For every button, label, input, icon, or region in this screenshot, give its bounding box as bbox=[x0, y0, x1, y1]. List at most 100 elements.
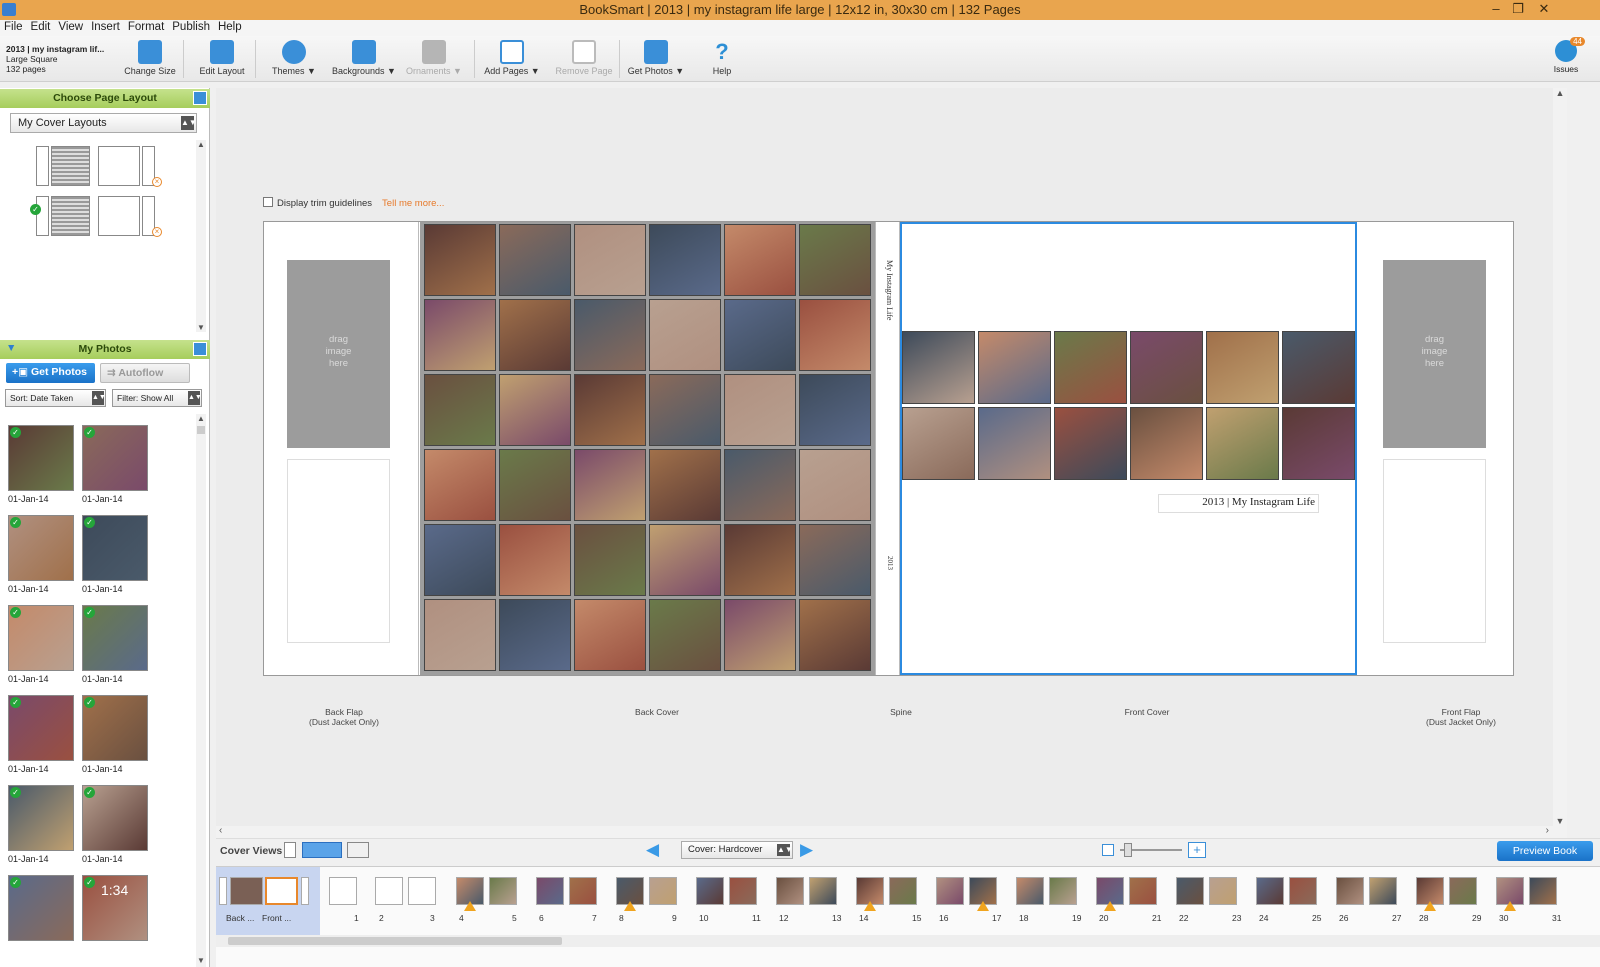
back-cover-photo[interactable] bbox=[574, 374, 646, 446]
filmstrip-scroll-thumb[interactable] bbox=[228, 937, 562, 945]
filmstrip-page-thumb[interactable] bbox=[1256, 877, 1284, 905]
front-cover-photo[interactable] bbox=[978, 331, 1051, 404]
front-flap-text-box[interactable] bbox=[1383, 459, 1486, 643]
page-warning-icon[interactable] bbox=[1504, 901, 1516, 911]
filmstrip-page-thumb[interactable] bbox=[569, 877, 597, 905]
zoom-out-icon[interactable] bbox=[1102, 844, 1114, 856]
back-cover-photo[interactable] bbox=[499, 299, 571, 371]
photo-thumbnail[interactable]: ✓ bbox=[8, 515, 74, 581]
close-button[interactable]: ✕ bbox=[1534, 1, 1554, 17]
front-cover-photo[interactable] bbox=[902, 331, 975, 404]
layout-option[interactable]: × bbox=[36, 144, 164, 188]
front-cover-title[interactable]: 2013 | My Instagram Life bbox=[1158, 494, 1319, 513]
remove-layout-icon[interactable]: × bbox=[152, 227, 162, 237]
front-cover-photo[interactable] bbox=[1206, 407, 1279, 480]
issues-button[interactable]: 44 Issues bbox=[1546, 37, 1586, 74]
back-cover-photo[interactable] bbox=[574, 449, 646, 521]
layout-dropdown[interactable]: My Cover Layouts ▲▼ bbox=[10, 113, 197, 133]
spine-title[interactable]: My Instagram Life bbox=[885, 260, 894, 320]
collapse-icon[interactable]: ▼ bbox=[6, 342, 16, 354]
front-cover-photo[interactable] bbox=[902, 407, 975, 480]
back-cover-photo[interactable] bbox=[799, 599, 871, 671]
remove-layout-icon[interactable]: × bbox=[152, 177, 162, 187]
zoom-slider-handle[interactable] bbox=[1124, 843, 1132, 857]
front-cover-photo[interactable] bbox=[1206, 331, 1279, 404]
autoflow-button[interactable]: ⇉ Autoflow bbox=[100, 363, 190, 383]
back-cover-photo[interactable] bbox=[649, 524, 721, 596]
filmstrip-page-thumb[interactable] bbox=[408, 877, 436, 905]
filmstrip-page-thumb[interactable] bbox=[889, 877, 917, 905]
minimize-button[interactable]: – bbox=[1486, 1, 1506, 16]
filmstrip-page-thumb[interactable] bbox=[936, 877, 964, 905]
back-cover-photo[interactable] bbox=[424, 224, 496, 296]
restore-button[interactable]: ❐ bbox=[1508, 1, 1528, 17]
photo-thumbnail[interactable]: ✓ bbox=[8, 785, 74, 851]
back-cover-photo[interactable] bbox=[424, 299, 496, 371]
back-cover-photo[interactable] bbox=[574, 224, 646, 296]
page-warning-icon[interactable] bbox=[464, 901, 476, 911]
filmstrip-page-thumb[interactable] bbox=[1336, 877, 1364, 905]
menu-help[interactable]: Help bbox=[214, 20, 246, 36]
filmstrip-page-thumb[interactable] bbox=[1049, 877, 1077, 905]
filmstrip-page-thumb[interactable] bbox=[1176, 877, 1204, 905]
back-cover-photo[interactable] bbox=[799, 374, 871, 446]
view-grid-icon[interactable] bbox=[347, 842, 369, 858]
back-cover-photo[interactable] bbox=[799, 449, 871, 521]
previous-arrow-icon[interactable]: ◀ bbox=[646, 841, 659, 859]
filmstrip-page-thumb[interactable] bbox=[536, 877, 564, 905]
photo-thumbnail[interactable]: 1:34 ✓ bbox=[82, 875, 148, 941]
menu-view[interactable]: View bbox=[54, 20, 87, 36]
menu-file[interactable]: File bbox=[0, 20, 27, 36]
back-cover-photo[interactable] bbox=[424, 524, 496, 596]
photo-thumbnail[interactable]: ✓ bbox=[82, 605, 148, 671]
filmstrip-page-thumb[interactable] bbox=[696, 877, 724, 905]
front-cover-photo[interactable] bbox=[1130, 407, 1203, 480]
trim-guidelines-checkbox[interactable] bbox=[263, 197, 273, 207]
filmstrip-page-thumb[interactable] bbox=[1449, 877, 1477, 905]
back-cover-photo[interactable] bbox=[649, 374, 721, 446]
back-cover-photo[interactable] bbox=[499, 224, 571, 296]
view-single-icon[interactable] bbox=[284, 842, 296, 858]
front-flap-drop-zone[interactable]: drag image here bbox=[1383, 260, 1486, 448]
ornaments-button[interactable]: Ornaments ▼ bbox=[399, 40, 469, 76]
filmstrip-page-thumb[interactable] bbox=[776, 877, 804, 905]
filmstrip-page-thumb[interactable] bbox=[1369, 877, 1397, 905]
filmstrip-page-thumb[interactable] bbox=[649, 877, 677, 905]
photo-thumbnail[interactable]: ✓ bbox=[82, 785, 148, 851]
zoom-in-icon[interactable]: + bbox=[1188, 842, 1206, 858]
menu-edit[interactable]: Edit bbox=[27, 20, 55, 36]
back-cover-photo[interactable] bbox=[574, 299, 646, 371]
get-photos-button[interactable]: Get Photos ▼ bbox=[621, 40, 691, 76]
photo-thumbnail[interactable]: ✓ bbox=[82, 425, 148, 491]
back-cover-photo[interactable] bbox=[574, 524, 646, 596]
tell-me-more-link[interactable]: Tell me more... bbox=[382, 198, 444, 209]
page-warning-icon[interactable] bbox=[1424, 901, 1436, 911]
backgrounds-button[interactable]: Backgrounds ▼ bbox=[329, 40, 399, 76]
filmstrip-page-thumb[interactable] bbox=[1209, 877, 1237, 905]
filmstrip-page-thumb[interactable] bbox=[329, 877, 357, 905]
preview-book-button[interactable]: Preview Book bbox=[1497, 841, 1593, 861]
photo-thumbnail[interactable]: ✓ bbox=[8, 695, 74, 761]
back-cover-photo[interactable] bbox=[724, 224, 796, 296]
back-cover-photo[interactable] bbox=[424, 374, 496, 446]
front-cover-photo[interactable] bbox=[1054, 407, 1127, 480]
back-cover-photo[interactable] bbox=[799, 299, 871, 371]
menu-publish[interactable]: Publish bbox=[168, 20, 214, 36]
photo-thumbnail[interactable]: ✓ bbox=[8, 605, 74, 671]
back-cover-photo[interactable] bbox=[724, 449, 796, 521]
filter-dropdown[interactable]: Filter: Show All ▲▼ bbox=[112, 389, 202, 407]
front-cover-photo[interactable] bbox=[1282, 331, 1355, 404]
back-flap-drop-zone[interactable]: drag image here bbox=[287, 260, 390, 448]
add-pages-button[interactable]: Add Pages ▼ bbox=[477, 40, 547, 76]
photo-thumbnail[interactable]: ✓ bbox=[8, 425, 74, 491]
filmstrip-scrollbar[interactable] bbox=[216, 935, 1600, 947]
popout-icon[interactable] bbox=[193, 91, 207, 105]
front-cover-photo[interactable] bbox=[1130, 331, 1203, 404]
page-warning-icon[interactable] bbox=[977, 901, 989, 911]
change-size-button[interactable]: Change Size bbox=[115, 40, 185, 76]
filmstrip-page-thumb[interactable] bbox=[809, 877, 837, 905]
layout-option-selected[interactable]: ✓ × bbox=[30, 194, 164, 238]
filmstrip-page-thumb[interactable] bbox=[1529, 877, 1557, 905]
back-cover-photo[interactable] bbox=[724, 524, 796, 596]
remove-page-button[interactable]: Remove Page bbox=[549, 40, 619, 76]
